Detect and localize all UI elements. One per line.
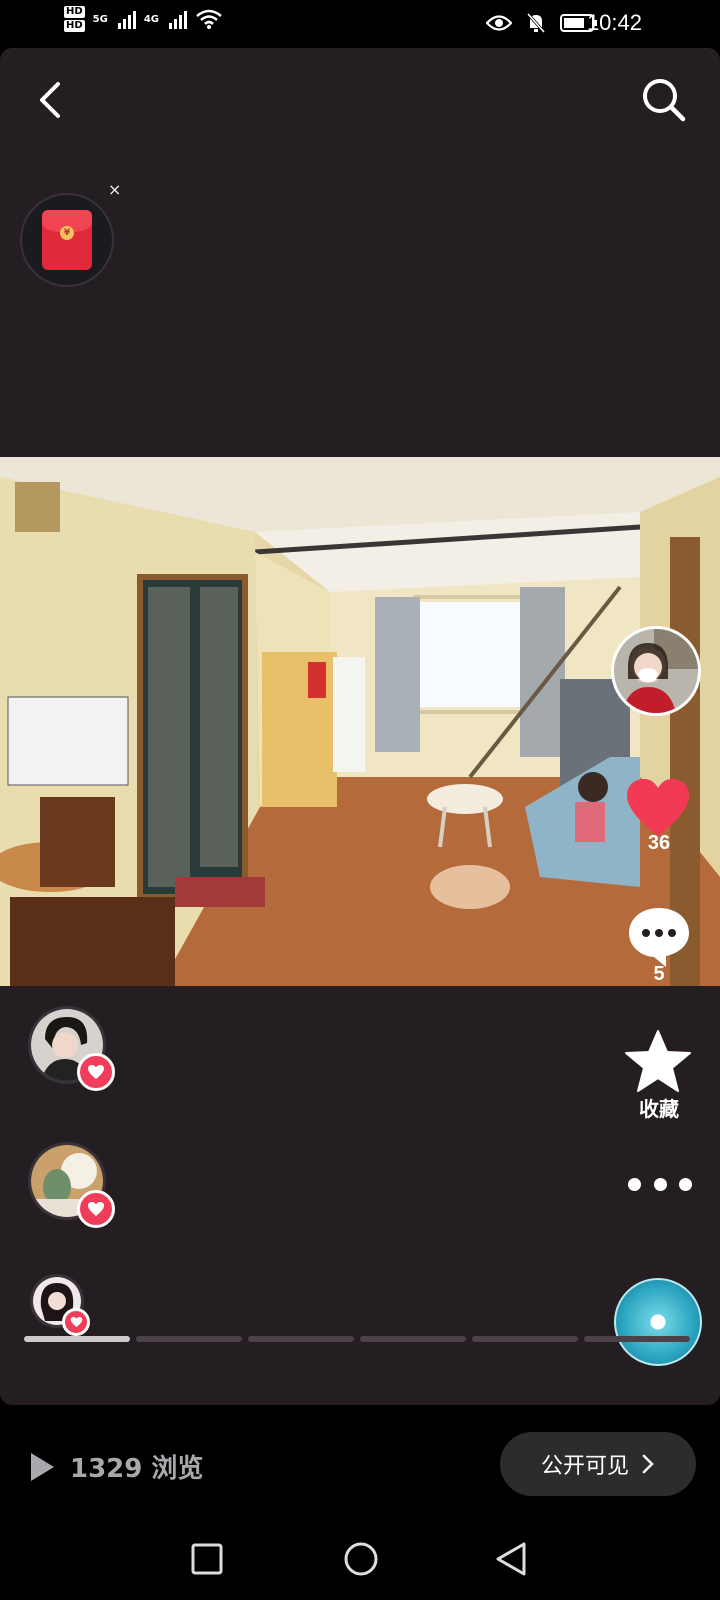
comment-icon[interactable] <box>626 904 692 970</box>
heart-icon <box>88 1202 104 1216</box>
star-icon[interactable] <box>624 1028 692 1094</box>
progress-segment <box>24 1336 130 1342</box>
post-photo[interactable] <box>0 457 720 986</box>
sim1-hd-badge: HD <box>64 6 85 18</box>
red-packet-close-icon[interactable]: × <box>108 180 121 199</box>
back-icon[interactable] <box>28 76 76 124</box>
liker-like-badge <box>62 1308 90 1336</box>
favorite-label[interactable]: 收藏 <box>616 1093 702 1122</box>
music-disc-icon[interactable] <box>614 1278 702 1366</box>
visibility-label: 公开可见 <box>540 1454 629 1479</box>
signal-icon-1 <box>117 9 136 29</box>
play-icon <box>31 1452 54 1481</box>
search-icon[interactable] <box>636 72 692 128</box>
visibility-button[interactable]: 公开可见 <box>500 1432 696 1496</box>
red-packet-button[interactable]: ¥ <box>20 193 114 287</box>
network-indicators: HD HD 5G 4G <box>64 6 223 32</box>
view-count: 1329 浏览 <box>28 1448 203 1485</box>
post-card: ¥ × 36 5 收藏 <box>0 48 720 1405</box>
signal-icon-2 <box>169 9 188 29</box>
mute-bell-icon <box>526 13 546 33</box>
slide-progress <box>24 1336 690 1342</box>
more-options-button[interactable] <box>628 1174 692 1194</box>
progress-segment <box>584 1336 690 1342</box>
eye-icon <box>486 15 512 31</box>
recents-square-icon[interactable] <box>190 1542 224 1576</box>
wifi-icon <box>196 9 222 29</box>
views-text: 1329 浏览 <box>70 1454 204 1484</box>
status-time: 10:42 <box>586 10 642 35</box>
liker-like-badge <box>77 1053 115 1091</box>
red-envelope-icon: ¥ <box>42 210 92 270</box>
progress-segment <box>136 1336 242 1342</box>
progress-segment <box>360 1336 466 1342</box>
room-image <box>0 457 720 986</box>
comment-count: 5 <box>653 963 665 985</box>
back-triangle-icon[interactable] <box>494 1540 528 1578</box>
chevron-right-icon <box>642 1454 654 1474</box>
liker-like-badge <box>77 1190 115 1228</box>
status-bar: HD HD 5G 4G 10:42 <box>0 0 720 48</box>
system-navigation-bar <box>0 1520 720 1600</box>
author-avatar[interactable] <box>611 626 701 716</box>
like-heart-icon[interactable] <box>625 778 691 838</box>
heart-icon <box>70 1316 82 1328</box>
dot-icon <box>628 1177 641 1191</box>
dot-icon <box>679 1177 692 1191</box>
network-type-2: 4G <box>143 13 160 25</box>
like-count: 36 <box>647 832 671 854</box>
progress-segment <box>248 1336 354 1342</box>
progress-segment <box>472 1336 578 1342</box>
home-circle-icon[interactable] <box>342 1540 380 1578</box>
sim2-hd-badge: HD <box>64 20 85 32</box>
heart-icon <box>88 1065 104 1079</box>
network-type-1: 5G <box>92 13 108 25</box>
dot-icon <box>653 1177 667 1191</box>
